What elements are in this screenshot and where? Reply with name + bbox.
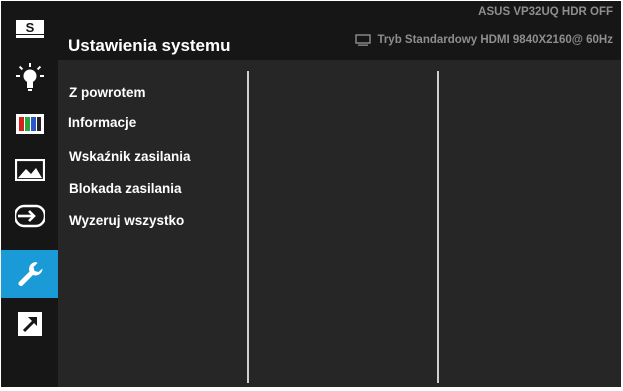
image-landscape-icon bbox=[14, 159, 45, 181]
svg-text:S: S bbox=[25, 20, 34, 35]
osd-window: S Ustawienia systemu ASUS VP32UQ HDR OFF… bbox=[1, 1, 621, 387]
column-divider-right bbox=[437, 71, 439, 383]
splendid-s-icon: S bbox=[15, 20, 44, 38]
column-divider-left bbox=[247, 71, 249, 383]
shortcut-arrow-icon bbox=[17, 312, 42, 336]
sidebar-item-input-select[interactable] bbox=[1, 193, 58, 239]
menu-item-power-indicator[interactable]: Wskaźnik zasilania bbox=[69, 149, 191, 164]
menu-item-power-lock[interactable]: Blokada zasilania bbox=[69, 181, 182, 196]
signal-status: Tryb Standardowy HDMI 9840X2160@ 60Hz bbox=[355, 34, 613, 46]
light-bulb-icon bbox=[15, 63, 44, 91]
page-title: Ustawienia systemu bbox=[68, 36, 231, 55]
header-bar: Ustawienia systemu ASUS VP32UQ HDR OFF T… bbox=[58, 1, 621, 60]
menu-item-information[interactable]: Informacje bbox=[68, 115, 136, 130]
menu-panel: Z powrotem Informacje Wskaźnik zasilania… bbox=[58, 60, 621, 387]
signal-status-text: Tryb Standardowy HDMI 9840X2160@ 60Hz bbox=[377, 34, 613, 46]
sidebar-item-splendid[interactable]: S bbox=[1, 7, 58, 51]
menu-item-reset-all[interactable]: Wyzeruj wszystko bbox=[69, 213, 184, 228]
input-select-icon bbox=[14, 204, 45, 228]
wrench-icon bbox=[17, 262, 42, 286]
menu-item-back[interactable]: Z powrotem bbox=[69, 85, 146, 100]
sidebar: S bbox=[1, 1, 58, 387]
sidebar-item-blue-light-filter[interactable] bbox=[1, 55, 58, 101]
sidebar-item-image[interactable] bbox=[1, 147, 58, 193]
sidebar-item-system-setup[interactable] bbox=[1, 250, 58, 298]
color-bars-icon bbox=[15, 114, 44, 134]
sidebar-item-shortcut[interactable] bbox=[1, 301, 58, 347]
sidebar-item-color[interactable] bbox=[1, 101, 58, 147]
model-status: ASUS VP32UQ HDR OFF bbox=[478, 6, 613, 18]
monitor-icon bbox=[355, 34, 372, 46]
